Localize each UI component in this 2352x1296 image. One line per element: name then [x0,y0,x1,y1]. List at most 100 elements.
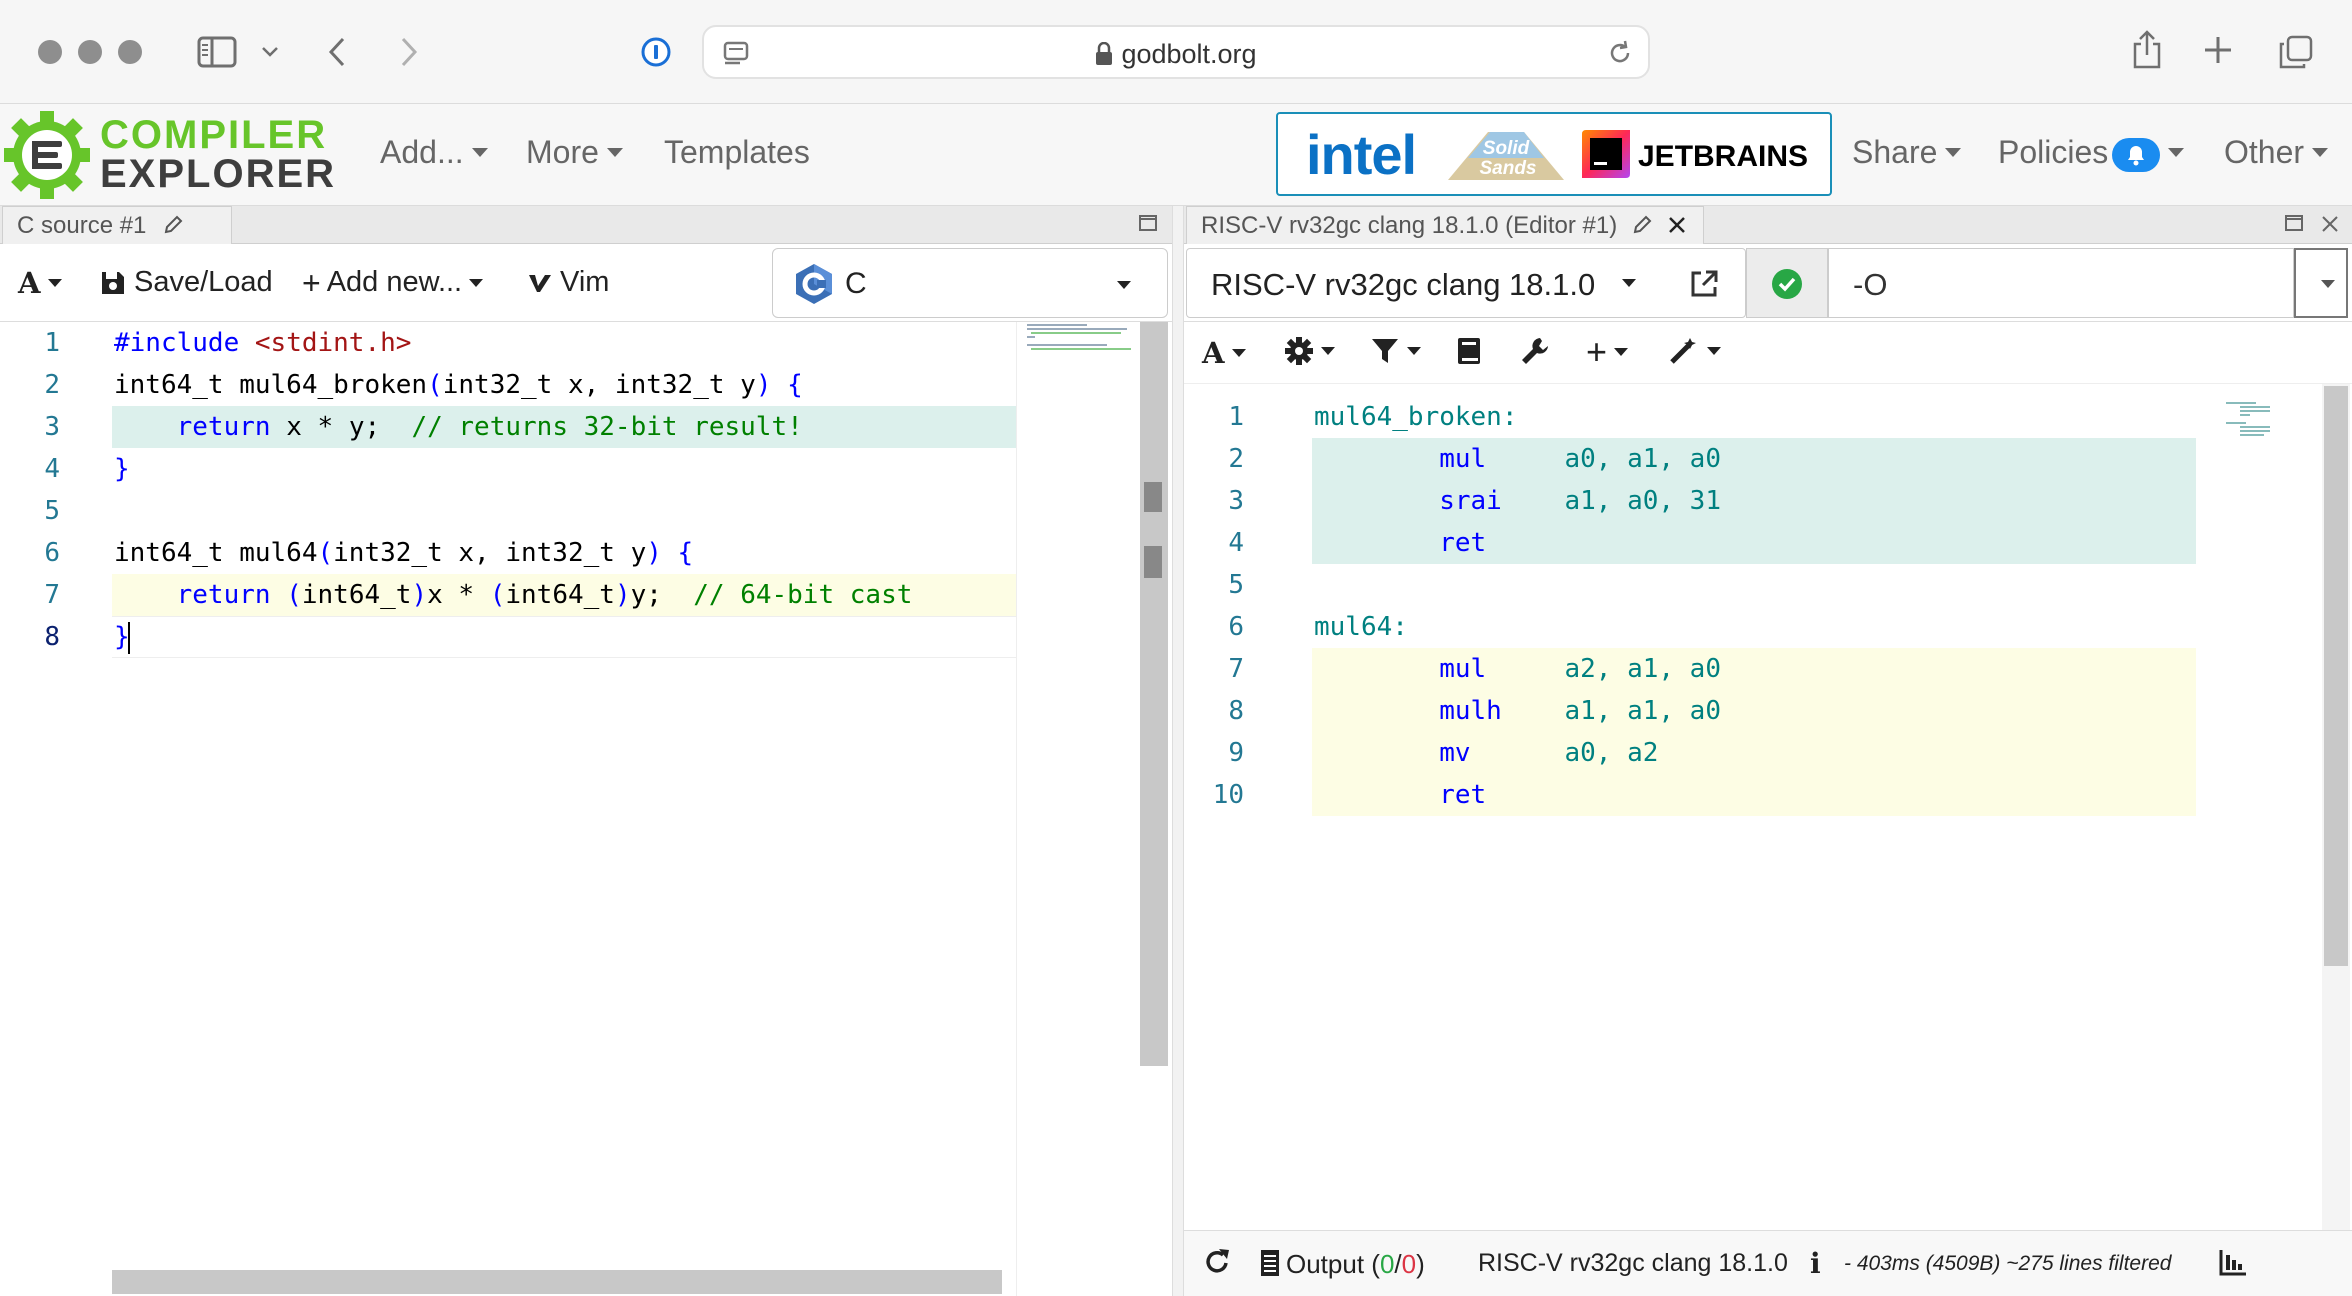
pane-splitter[interactable] [1172,206,1184,1296]
more-menu[interactable]: More [526,134,623,171]
add-new-button[interactable]: + Add new... [302,266,484,299]
add-pane-button[interactable]: + [1586,334,1629,370]
reload-icon[interactable] [1606,39,1634,72]
url-text: godbolt.org [1121,39,1257,69]
assembly-output[interactable]: 1 mul64_broken: 2 mul a0, a1, a0 3 srai a1,… [1184,384,2352,1230]
gear-icon [1284,336,1314,366]
password-manager-icon[interactable] [640,36,672,68]
other-menu[interactable]: Other [2224,134,2329,171]
jetbrains-logo-icon[interactable] [1580,128,1632,180]
overrides-button[interactable] [1668,336,1721,366]
maximize-pane-icon[interactable] [1138,214,1158,237]
tab-c-source[interactable]: C source #1 [2,206,232,244]
source-horizontal-scrollbar[interactable] [112,1270,1002,1294]
chevron-down-icon[interactable] [258,40,282,64]
font-size-button[interactable]: A [18,266,62,300]
notification-bell-icon [2112,137,2161,172]
settings-button[interactable] [1284,336,1335,366]
asm-code-line[interactable]: mul a2, a1, a0 [1314,648,1721,690]
source-code-line[interactable]: return (int64_t)x * (int64_t)y; // 64-bi… [114,574,913,616]
jetbrains-wordmark[interactable]: JETBRAINS [1638,140,1808,174]
asm-line-number: 10 [1212,780,1244,810]
font-size-button[interactable]: A [1202,336,1246,370]
popout-icon[interactable] [1689,269,1719,304]
asm-code-line[interactable]: mv a0, a2 [1314,732,1658,774]
asm-token: a0, a1, a0 [1564,444,1721,474]
source-token: return [114,580,271,610]
templates-link[interactable]: Templates [664,134,810,171]
maximize-pane-icon[interactable] [2284,214,2304,237]
asm-code-line[interactable]: mulh a1, a1, a0 [1314,690,1721,732]
zoom-window-button[interactable] [118,40,142,64]
language-select[interactable]: C [772,248,1168,318]
tools-button[interactable] [1520,336,1550,366]
asm-token: mul [1314,654,1565,684]
vim-mode-button[interactable]: Vim [528,266,609,299]
recompile-icon[interactable] [1202,1247,1232,1284]
source-minimap[interactable] [1016,322,1140,1296]
save-load-button[interactable]: Save/Load [100,266,273,299]
asm-code-line[interactable]: ret [1314,522,1486,564]
asm-code-line[interactable]: srai a1, a0, 31 [1314,480,1721,522]
assembly-minimap[interactable] [2204,402,2324,462]
libraries-button[interactable] [1456,336,1482,366]
source-line-number: 3 [44,412,60,442]
output-button[interactable]: Output (0/0) [1260,1249,1425,1284]
minimize-window-button[interactable] [78,40,102,64]
sidebar-toggle-icon[interactable] [196,32,238,72]
sponsors-box[interactable]: intel Solid Sands JETBRAINS [1276,112,1832,196]
asm-code-line[interactable]: ret [1314,774,1486,816]
compiler-select[interactable]: RISC-V rv32gc clang 18.1.0 [1186,248,1746,318]
info-icon[interactable]: i [1810,1247,1821,1280]
asm-token: a0, a2 [1564,738,1659,768]
c-language-icon [795,263,833,310]
share-menu[interactable]: Share [1852,134,1962,171]
back-icon[interactable] [322,32,352,72]
asm-code-line[interactable]: mul a0, a1, a0 [1314,438,1721,480]
options-dropdown-button[interactable] [2294,248,2348,318]
forward-icon[interactable] [394,32,424,72]
source-code-line[interactable]: } [114,448,130,490]
source-token: // returns 32-bit result! [411,412,803,442]
compiler-tabstrip: RISC-V rv32gc clang 18.1.0 (Editor #1) [1184,206,2352,244]
asm-code-line[interactable]: mul64_broken: [1314,396,1518,438]
caret-down-icon [2312,148,2329,158]
share-page-icon[interactable] [2130,28,2164,72]
compiler-explorer-wordmark[interactable]: COMPILER EXPLORER [100,115,336,194]
source-token: } [114,454,130,484]
close-window-button[interactable] [38,40,62,64]
close-tab-icon[interactable] [1667,214,1687,242]
source-line-number: 7 [44,580,60,610]
compile-status-indicator[interactable] [1746,248,1828,318]
new-tab-icon[interactable] [2200,32,2236,68]
solid-sands-logo[interactable]: Solid Sands [1448,128,1564,184]
source-code-line[interactable]: int64_t mul64_broken(int32_t x, int32_t … [114,364,803,406]
filter-button[interactable] [1370,336,1421,366]
source-token: ( [427,370,443,400]
intel-logo[interactable]: intel [1306,122,1417,187]
source-editor[interactable]: 1 #include <stdint.h> 2 int64_t mul64_broke… [0,322,1172,1296]
edit-pencil-icon[interactable] [163,214,183,242]
opt-stats-chart-icon[interactable] [2218,1247,2248,1284]
source-code-line[interactable]: return x * y; // returns 32-bit result! [114,406,803,448]
source-code-line[interactable]: #include <stdint.h> [114,322,411,364]
caret-down-icon [1945,148,1962,158]
tab-compiler[interactable]: RISC-V rv32gc clang 18.1.0 (Editor #1) [1186,206,1704,244]
source-token: int64_t [301,580,412,610]
caret-down-icon [469,278,484,287]
asm-line-number: 1 [1228,402,1244,432]
edit-pencil-icon[interactable] [1632,214,1652,242]
assembly-vertical-scrollbar[interactable] [2322,384,2350,1230]
compiler-options-input[interactable]: -O [1828,248,2294,318]
compiler-explorer-logo-icon[interactable] [4,108,90,202]
add-menu[interactable]: Add... [380,134,488,171]
asm-code-line[interactable]: mul64: [1314,606,1408,648]
source-token: <stdint.h> [254,328,412,358]
source-code-line[interactable]: int64_t mul64(int32_t x, int32_t y) { [114,532,693,574]
caret-down-icon [1614,348,1629,356]
address-bar[interactable]: godbolt.org [702,25,1650,79]
close-pane-icon[interactable] [2320,214,2340,239]
tab-overview-icon[interactable] [2276,32,2316,72]
policies-menu[interactable]: Policies [1998,134,2185,172]
source-vertical-scrollbar[interactable] [1140,322,1168,1066]
